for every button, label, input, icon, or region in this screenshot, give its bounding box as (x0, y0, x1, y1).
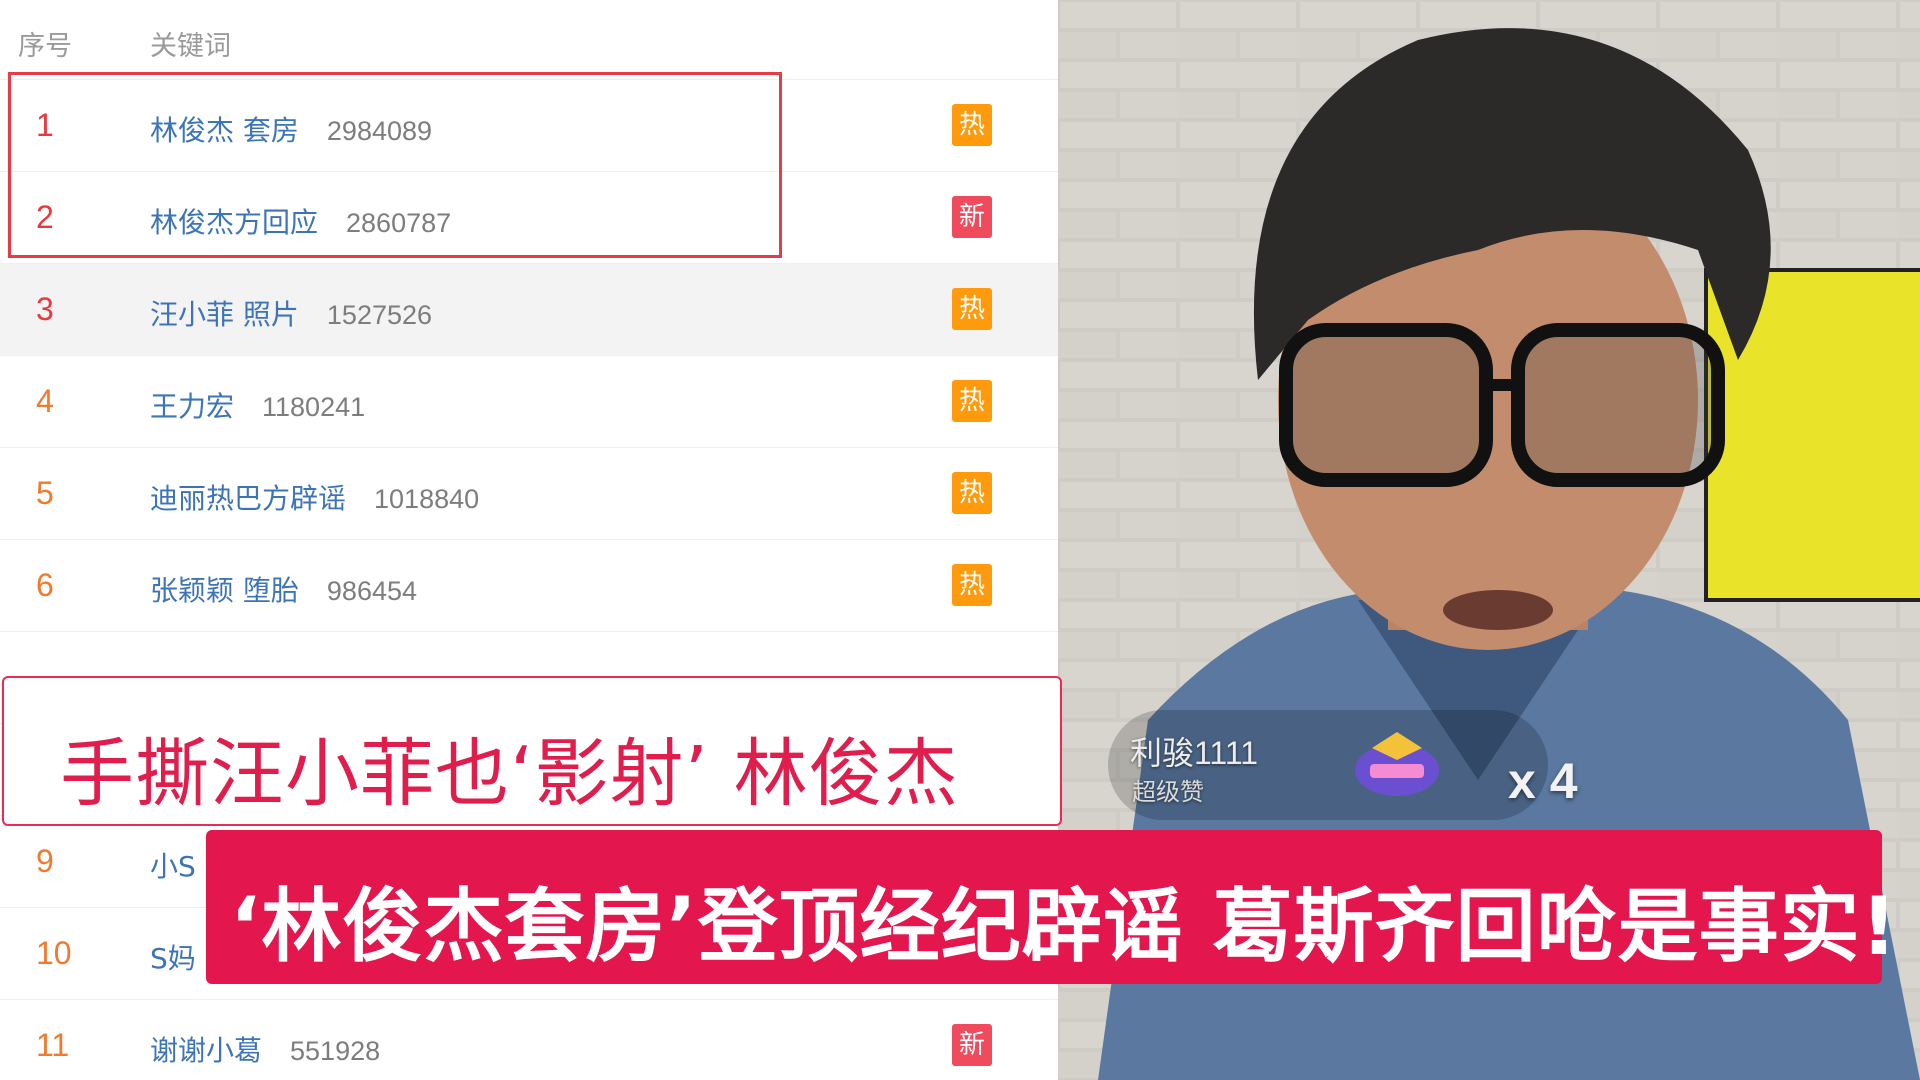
gift-count: x 4 (1508, 753, 1578, 809)
rank-column-header: 序号 (18, 31, 72, 62)
row-keyword-link[interactable]: 迪丽热巴方辟谣 1018840 (150, 477, 479, 517)
list-row[interactable]: 4 王力宏 1180241 热 (0, 356, 1058, 448)
row-keyword-link[interactable]: 汪小菲 照片 1527526 (150, 293, 432, 333)
list-row[interactable]: 11 谢谢小葛 551928 新 (0, 1000, 1058, 1080)
row-rank: 2 (36, 199, 54, 235)
row-rank: 5 (36, 475, 54, 511)
row-rank: 3 (36, 291, 54, 327)
keyword-text: S妈 (150, 942, 196, 975)
hot-badge: 热 (952, 104, 992, 146)
hot-badge: 热 (952, 564, 992, 606)
keyword-column-header: 关键词 (150, 31, 231, 62)
list-row[interactable]: 3 汪小菲 照片 1527526 热 (0, 264, 1058, 356)
row-count: 986454 (326, 576, 418, 606)
caption-text-bottom: ‘林俊杰套房’登顶经纪辟谣 葛斯齐回呛是事实! (230, 880, 1899, 973)
row-keyword-link[interactable]: 谢谢小葛 551928 (150, 1029, 380, 1069)
keyword-text: 汪小菲 照片 (150, 298, 299, 331)
row-count: 2860787 (346, 208, 452, 238)
row-count: 1527526 (326, 300, 433, 330)
list-row[interactable]: 6 张颖颖 堕胎 986454 热 (0, 540, 1058, 632)
hot-badge: 热 (952, 380, 992, 422)
stream-user-tag: 超级赞 (1132, 778, 1204, 806)
gift-icon (1355, 732, 1439, 796)
hot-badge: 热 (952, 472, 992, 514)
caption-text-top: 手撕汪小菲也‘影射’ 林俊杰 (60, 731, 959, 817)
row-keyword-link[interactable]: 张颖颖 堕胎 986454 (150, 569, 417, 609)
new-badge: 新 (952, 1024, 992, 1066)
caption-box-bottom: ‘林俊杰套房’登顶经纪辟谣 葛斯齐回呛是事实! (206, 830, 1897, 984)
row-rank: 6 (36, 567, 54, 603)
keyword-text: 林俊杰 套房 (150, 114, 299, 147)
row-count: 1180241 (262, 392, 366, 422)
row-keyword-link[interactable]: 林俊杰方回应 2860787 (150, 201, 451, 241)
row-count: 1018840 (374, 484, 480, 514)
row-rank: 9 (36, 843, 54, 879)
keyword-text: 张颖颖 堕胎 (150, 574, 299, 607)
keyword-text: 王力宏 (150, 390, 235, 423)
row-rank: 10 (36, 935, 72, 971)
row-rank: 4 (36, 383, 54, 419)
list-header: 序号 关键词 (0, 0, 1058, 80)
caption-box-top: 手撕汪小菲也‘影射’ 林俊杰 (2, 676, 1062, 826)
new-badge: 新 (952, 196, 992, 238)
keyword-text: 林俊杰方回应 (150, 206, 319, 239)
stream-username: 利骏1111 (1130, 735, 1259, 771)
list-row[interactable]: 1 林俊杰 套房 2984089 热 (0, 80, 1058, 172)
row-count: 2984089 (326, 116, 433, 146)
list-row[interactable]: 2 林俊杰方回应 2860787 新 (0, 172, 1058, 264)
row-rank: 1 (36, 107, 54, 143)
row-count: 551928 (290, 1036, 381, 1066)
row-keyword-link[interactable]: S妈 (150, 937, 196, 977)
keyword-text: 小S (150, 850, 196, 883)
row-keyword-link[interactable]: 林俊杰 套房 2984089 (150, 109, 432, 149)
row-rank: 11 (36, 1027, 70, 1063)
hot-badge: 热 (952, 288, 992, 330)
keyword-text: 迪丽热巴方辟谣 (150, 482, 347, 515)
row-keyword-link[interactable]: 小S (150, 845, 196, 885)
list-row[interactable]: 5 迪丽热巴方辟谣 1018840 热 (0, 448, 1058, 540)
keyword-text: 谢谢小葛 (150, 1034, 263, 1067)
row-keyword-link[interactable]: 王力宏 1180241 (150, 385, 365, 425)
